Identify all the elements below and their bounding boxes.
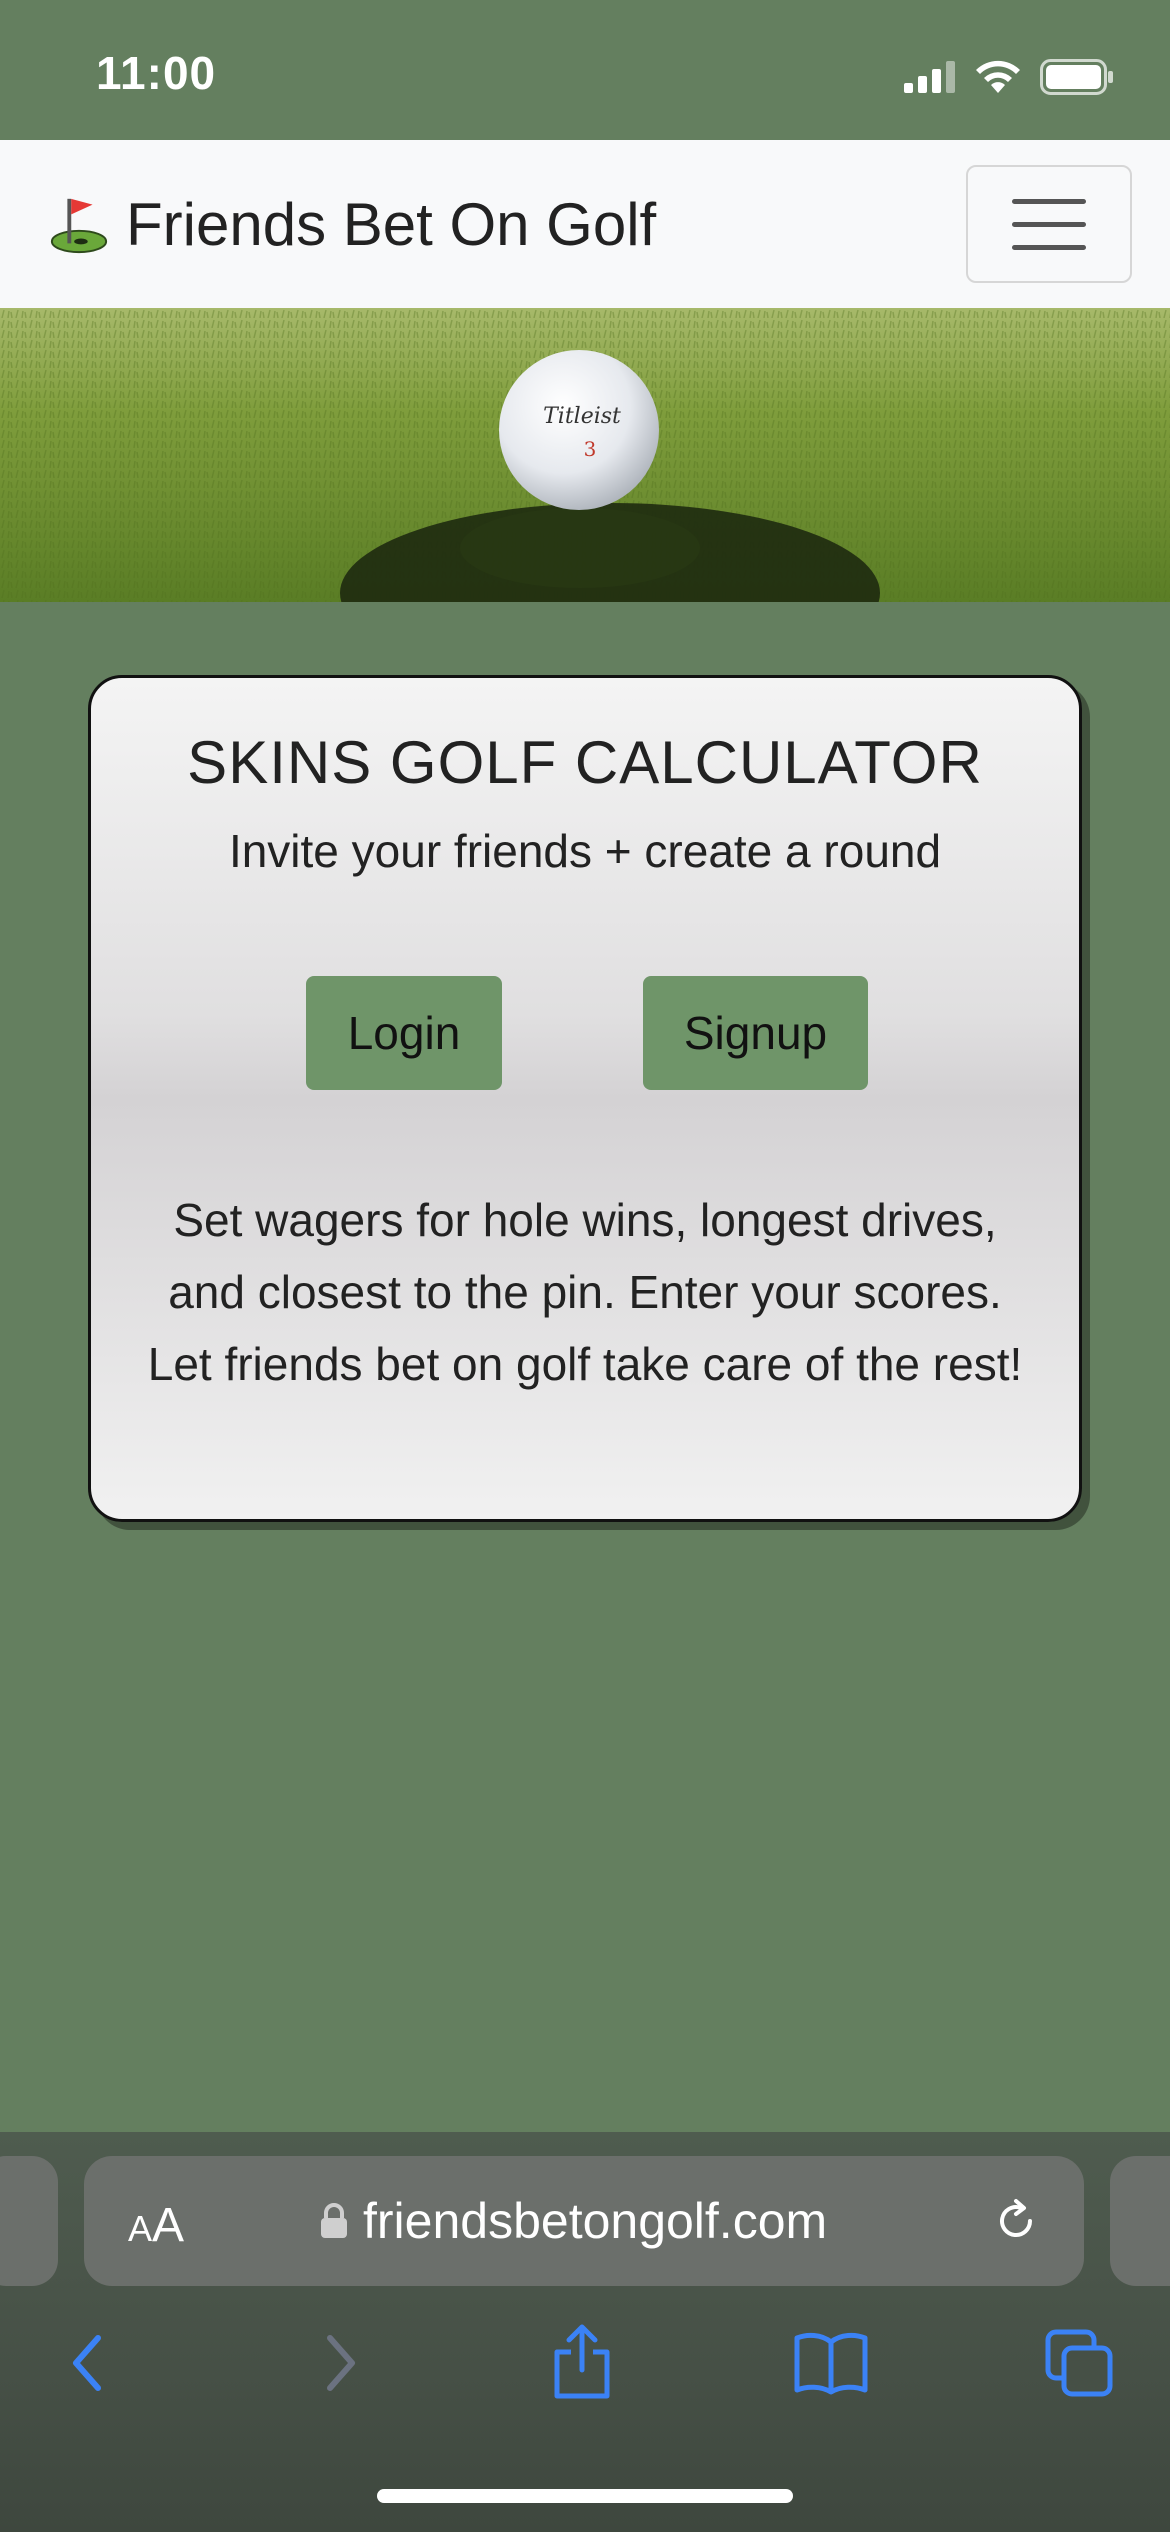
text-size-large: A (152, 2199, 185, 2252)
lock-icon (321, 2203, 347, 2238)
text-size-small: A (128, 2208, 153, 2249)
login-button[interactable]: Login (306, 976, 502, 1090)
url-text: friendsbetongolf.com (363, 2193, 828, 2249)
brand-text: Friends Bet On Golf (126, 190, 657, 258)
home-indicator[interactable] (377, 2489, 793, 2503)
hamburger-bar (1012, 244, 1086, 250)
hamburger-bar (1012, 221, 1086, 227)
card-description: Set wagers for hole wins, longest drives… (147, 1194, 1023, 1390)
skins-calculator-card: SKINS GOLF CALCULATOR Invite your friend… (88, 675, 1082, 1522)
navbar: Friends Bet On Golf (0, 140, 1170, 308)
svg-text:Titleist: Titleist (543, 404, 621, 429)
text-size-button[interactable]: A A (128, 2156, 184, 2286)
brand-link[interactable]: Friends Bet On Golf (48, 140, 656, 308)
menu-toggle-button[interactable] (966, 165, 1132, 283)
status-icons (904, 52, 1114, 102)
previous-tab-preview[interactable] (0, 2156, 58, 2286)
hamburger-menu-icon (1012, 198, 1086, 204)
status-time: 11:00 (96, 47, 217, 99)
card-title: SKINS GOLF CALCULATOR (187, 729, 983, 796)
reload-icon[interactable] (988, 2193, 1044, 2249)
card-subtitle: Invite your friends + create a round (228, 825, 942, 877)
tabs-icon[interactable] (1044, 2328, 1114, 2398)
golf-ball-on-grass: Titleist 3 (0, 308, 1170, 602)
forward-icon[interactable] (316, 2328, 366, 2398)
golf-flag-icon (50, 198, 108, 254)
next-tab-preview[interactable] (1110, 2156, 1170, 2286)
svg-text:3: 3 (584, 437, 597, 461)
wifi-icon (976, 60, 1020, 93)
battery-icon (1040, 59, 1113, 95)
signal-icon (904, 61, 955, 93)
back-icon[interactable] (62, 2328, 112, 2398)
safari-bottom-bar: A A friendsbetongolf.com (0, 2132, 1170, 2532)
hero-image: Titleist 3 (0, 308, 1170, 602)
bookmarks-icon[interactable] (793, 2330, 869, 2396)
signup-button[interactable]: Signup (643, 976, 868, 1090)
address-bar[interactable]: A A friendsbetongolf.com (84, 2156, 1084, 2286)
share-icon[interactable] (549, 2322, 615, 2402)
status-bar: 11:00 (0, 0, 1170, 140)
url-display[interactable]: friendsbetongolf.com (319, 2156, 827, 2286)
